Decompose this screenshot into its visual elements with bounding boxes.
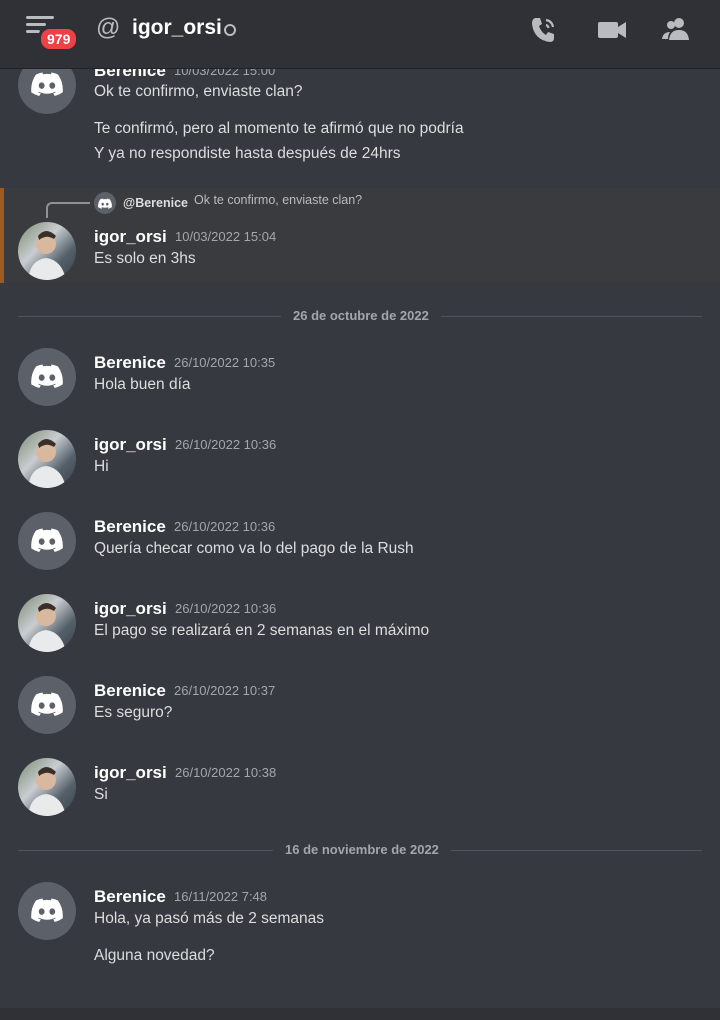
person-photo-icon	[28, 231, 66, 280]
person-photo-icon	[28, 767, 66, 816]
message-author[interactable]: Berenice	[94, 517, 166, 537]
message-text: Hi	[94, 458, 109, 475]
person-photo-icon	[28, 439, 66, 488]
message-text: Y ya no respondiste hasta después de 24h…	[94, 145, 401, 162]
notification-badge: 979	[38, 26, 80, 52]
discord-logo-icon	[31, 364, 63, 388]
message-timestamp: 10/03/2022 15:04	[175, 229, 277, 244]
reply-avatar[interactable]	[94, 192, 116, 214]
user-photo-avatar[interactable]	[18, 758, 76, 816]
message-text: Quería checar como va lo del pago de la …	[94, 540, 414, 557]
menu-button[interactable]: 979	[26, 14, 80, 52]
phone-call-icon	[532, 18, 555, 42]
message-timestamp: 26/10/2022 10:36	[175, 437, 277, 452]
reply-preview-text[interactable]: Ok te confirmo, enviaste clan?	[194, 193, 362, 207]
message-list: Berenice 10/03/2022 15:00 Ok te confirmo…	[0, 0, 720, 1020]
discord-logo-icon	[31, 898, 63, 922]
message-text: El pago se realizará en 2 semanas en el …	[94, 622, 430, 639]
message-author[interactable]: igor_orsi	[94, 763, 167, 783]
discord-logo-icon	[31, 528, 63, 552]
channel-title[interactable]: igor_orsi	[132, 16, 222, 40]
user-photo-avatar[interactable]	[18, 430, 76, 488]
message-timestamp: 26/10/2022 10:37	[174, 683, 276, 698]
at-icon: @	[96, 14, 121, 41]
message-author[interactable]: igor_orsi	[94, 435, 167, 455]
user-photo-avatar[interactable]	[18, 594, 76, 652]
message-text: Hola buen día	[94, 376, 191, 393]
date-divider-label: 16 de noviembre de 2022	[273, 842, 451, 857]
message-author[interactable]: Berenice	[94, 681, 166, 701]
channel-header: 979 @ igor_orsi	[0, 0, 720, 69]
discord-logo-icon	[98, 198, 112, 209]
message-text: Es seguro?	[94, 704, 173, 721]
person-photo-icon	[28, 603, 66, 652]
discord-logo-icon	[31, 72, 63, 96]
message-text: Te confirmó, pero al momento te afirmó q…	[94, 120, 464, 137]
video-call-button[interactable]	[596, 14, 628, 46]
message-text: Alguna novedad?	[94, 947, 215, 964]
message-timestamp: 26/10/2022 10:36	[175, 601, 277, 616]
message-text: Es solo en 3hs	[94, 250, 196, 267]
voice-call-button[interactable]	[528, 14, 560, 46]
reply-connector	[46, 202, 90, 218]
user-photo-avatar[interactable]	[18, 222, 76, 280]
status-indicator	[224, 24, 236, 36]
discord-avatar[interactable]	[18, 882, 76, 940]
members-icon	[662, 18, 689, 40]
message-timestamp: 26/10/2022 10:36	[174, 519, 276, 534]
date-divider-label: 26 de octubre de 2022	[281, 308, 441, 323]
message-text: Si	[94, 786, 108, 803]
members-button[interactable]	[660, 14, 692, 46]
message-timestamp: 26/10/2022 10:38	[175, 765, 277, 780]
message-author[interactable]: igor_orsi	[94, 227, 167, 247]
message-author[interactable]: Berenice	[94, 353, 166, 373]
message-text: Hola, ya pasó más de 2 semanas	[94, 910, 325, 927]
message-author[interactable]: Berenice	[94, 887, 166, 907]
message-timestamp: 26/10/2022 10:35	[174, 355, 276, 370]
discord-avatar[interactable]	[18, 676, 76, 734]
discord-logo-icon	[31, 692, 63, 716]
message-author[interactable]: igor_orsi	[94, 599, 167, 619]
video-camera-icon	[598, 22, 626, 38]
message-text: Ok te confirmo, enviaste clan?	[94, 83, 303, 100]
discord-avatar[interactable]	[18, 512, 76, 570]
discord-avatar[interactable]	[18, 348, 76, 406]
message-timestamp: 16/11/2022 7:48	[174, 889, 268, 904]
reply-author[interactable]: @Berenice	[123, 196, 188, 210]
bottom-bar	[0, 1008, 720, 1020]
